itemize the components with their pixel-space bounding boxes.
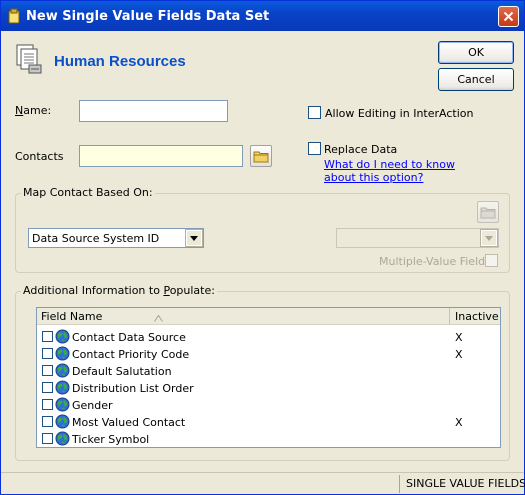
document-stack-icon bbox=[15, 43, 45, 78]
close-button[interactable] bbox=[498, 6, 519, 27]
map-field-select[interactable] bbox=[336, 228, 499, 248]
replace-data-label: Replace Data bbox=[324, 143, 398, 156]
field-name-cell: Contact Priority Code bbox=[72, 348, 190, 361]
fields-list-header: Field Name Inactive bbox=[37, 308, 500, 325]
field-name-cell: Distribution List Order bbox=[72, 382, 194, 395]
cancel-button[interactable]: Cancel bbox=[438, 68, 514, 91]
sort-arrow-icon bbox=[154, 312, 163, 325]
column-header-inactive[interactable]: Inactive bbox=[451, 308, 500, 325]
replace-data-checkbox[interactable] bbox=[308, 142, 321, 155]
name-input[interactable] bbox=[79, 100, 228, 122]
title-bar[interactable]: New Single Value Fields Data Set bbox=[1, 1, 524, 31]
status-text: SINGLE VALUE FIELDS bbox=[399, 475, 525, 493]
globe-icon bbox=[55, 346, 70, 364]
field-name-cell: Default Salutation bbox=[72, 365, 172, 378]
field-name-cell: Contact Data Source bbox=[72, 331, 186, 344]
list-item[interactable]: Contact Priority Code X bbox=[37, 346, 500, 363]
list-item[interactable]: Gender bbox=[37, 397, 500, 414]
help-link[interactable]: What do I need to know about this option… bbox=[324, 158, 455, 184]
multiple-value-checkbox[interactable] bbox=[485, 254, 498, 267]
allow-editing-checkbox[interactable] bbox=[308, 106, 321, 119]
additional-info-group-title: Additional Information to Populate: bbox=[21, 284, 217, 297]
list-item[interactable]: Distribution List Order bbox=[37, 380, 500, 397]
field-name-cell: Most Valued Contact bbox=[72, 416, 186, 429]
field-name-cell: Gender bbox=[72, 399, 113, 412]
status-bar: SINGLE VALUE FIELDS bbox=[1, 472, 525, 494]
folder-icon bbox=[480, 207, 496, 219]
row-checkbox[interactable] bbox=[42, 365, 53, 376]
row-checkbox[interactable] bbox=[42, 382, 53, 393]
inactive-cell: X bbox=[455, 331, 463, 344]
column-header-field-name[interactable]: Field Name bbox=[37, 308, 450, 325]
row-checkbox[interactable] bbox=[42, 399, 53, 410]
list-item[interactable]: Most Valued Contact X bbox=[37, 414, 500, 431]
contacts-label: Contacts bbox=[15, 150, 64, 163]
globe-icon bbox=[55, 329, 70, 347]
name-label: Name: bbox=[15, 104, 52, 117]
list-item[interactable]: Default Salutation bbox=[37, 363, 500, 380]
map-contact-group-title: Map Contact Based On: bbox=[21, 186, 155, 199]
globe-icon bbox=[55, 431, 70, 447]
dialog-window: New Single Value Fields Data Set Human R… bbox=[0, 0, 525, 495]
contacts-browse-button[interactable] bbox=[250, 145, 272, 167]
window-title: New Single Value Fields Data Set bbox=[26, 9, 270, 24]
row-checkbox[interactable] bbox=[42, 331, 53, 342]
chevron-down-icon bbox=[480, 229, 498, 247]
multiple-value-label: Multiple-Value Fields bbox=[379, 255, 491, 268]
row-checkbox[interactable] bbox=[42, 416, 53, 427]
ok-button[interactable]: OK bbox=[438, 41, 514, 64]
contacts-input[interactable] bbox=[79, 145, 243, 167]
fields-list[interactable]: Field Name Inactive Contact Data Source X… bbox=[36, 307, 501, 448]
map-browse-button[interactable] bbox=[477, 201, 499, 223]
list-item[interactable]: Contact Data Source X bbox=[37, 329, 500, 346]
folder-icon bbox=[253, 151, 269, 163]
map-contact-select-value: Data Source System ID bbox=[32, 232, 160, 245]
close-icon bbox=[503, 11, 514, 22]
map-contact-select[interactable]: Data Source System ID bbox=[28, 228, 204, 248]
globe-icon bbox=[55, 414, 70, 432]
inactive-cell: X bbox=[455, 416, 463, 429]
app-icon bbox=[7, 8, 21, 28]
page-title: Human Resources bbox=[54, 53, 186, 70]
field-name-cell: Ticker Symbol bbox=[72, 433, 150, 446]
globe-icon bbox=[55, 397, 70, 415]
row-checkbox[interactable] bbox=[42, 433, 53, 444]
chevron-down-icon bbox=[185, 229, 203, 247]
globe-icon bbox=[55, 363, 70, 381]
row-checkbox[interactable] bbox=[42, 348, 53, 359]
list-item[interactable]: Ticker Symbol bbox=[37, 431, 500, 447]
inactive-cell: X bbox=[455, 348, 463, 361]
allow-editing-label: Allow Editing in InterAction bbox=[325, 107, 474, 120]
globe-icon bbox=[55, 380, 70, 398]
